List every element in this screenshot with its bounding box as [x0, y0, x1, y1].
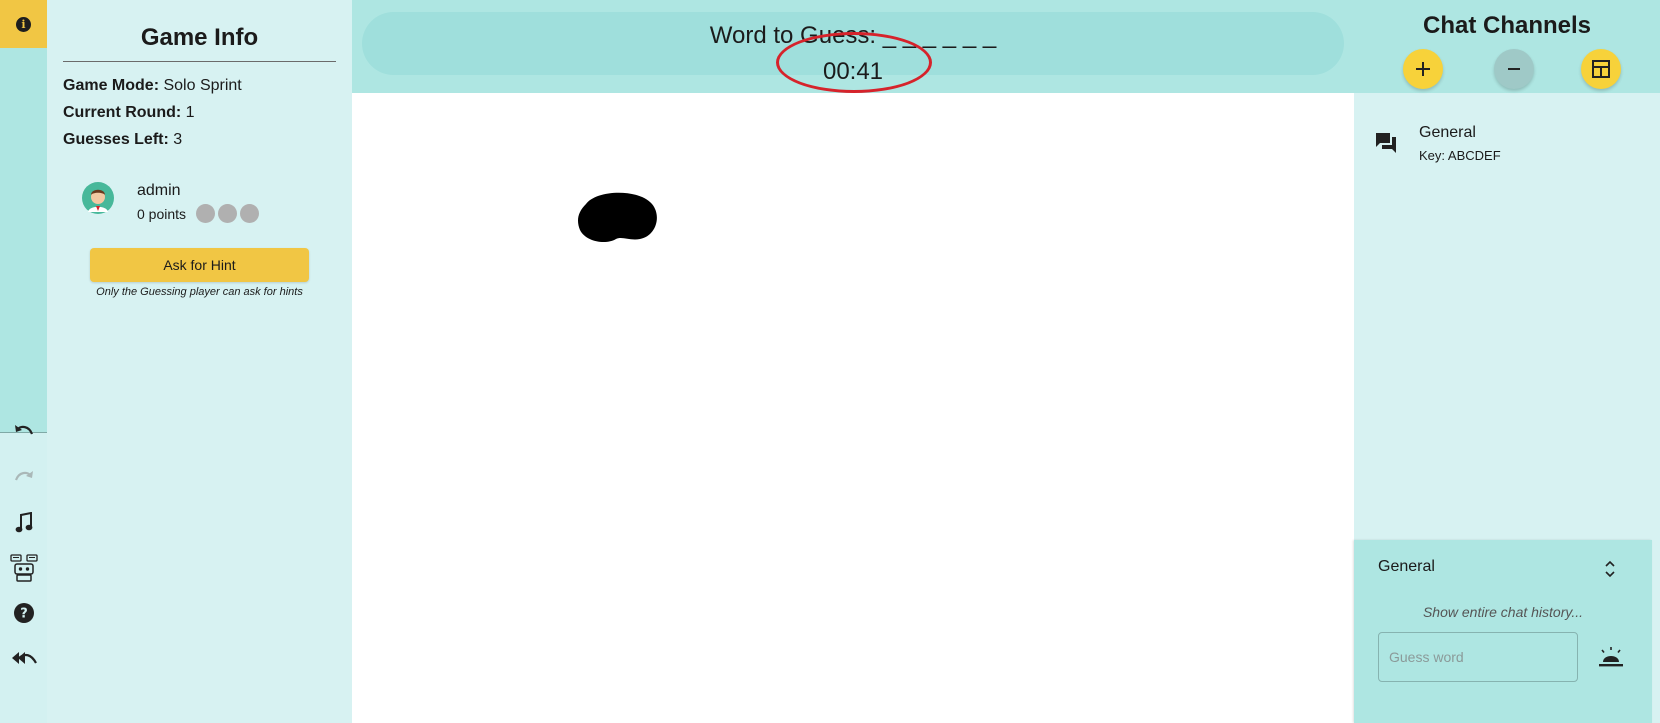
- hint-note: Only the Guessing player can ask for hin…: [96, 286, 303, 298]
- chat-header: Chat Channels: [1354, 0, 1660, 93]
- game-info-panel: Game Info Game Mode: Solo Sprint Current…: [47, 0, 352, 723]
- drawing-canvas[interactable]: [352, 93, 1354, 723]
- channel-name: General: [1419, 124, 1476, 141]
- player-points: 0 points: [137, 206, 187, 222]
- player-badge: [240, 204, 259, 223]
- virtual-player-button[interactable]: [0, 548, 47, 588]
- info-button[interactable]: i: [0, 0, 47, 48]
- undo-button[interactable]: [0, 412, 47, 452]
- expand-collapse-icon[interactable]: [1604, 559, 1616, 579]
- game-info-divider: [63, 61, 336, 62]
- undo-icon: [14, 425, 33, 435]
- chat-box-title: General: [1378, 558, 1435, 575]
- info-icon: i: [16, 16, 31, 32]
- avatar: [82, 182, 114, 214]
- help-button[interactable]: ?: [0, 593, 47, 633]
- minus-icon: [1508, 68, 1520, 70]
- game-mode-line: Game Mode: Solo Sprint: [63, 77, 242, 95]
- game-mode-label: Game Mode:: [63, 77, 160, 94]
- game-mode-value: Solo Sprint: [163, 77, 242, 94]
- player-badge: [196, 204, 215, 223]
- exit-game-button[interactable]: [0, 638, 47, 678]
- redo-icon: [14, 471, 33, 481]
- music-note-icon: [15, 512, 32, 533]
- show-chat-history-link[interactable]: Show entire chat history...: [1354, 604, 1652, 620]
- tool-rail-top: [0, 0, 47, 433]
- drawn-stroke: [578, 192, 657, 242]
- help-icon: ?: [13, 603, 34, 623]
- player-badge: [218, 204, 237, 223]
- tool-rail: i ?: [0, 0, 47, 723]
- guesses-left-value: 3: [173, 131, 183, 148]
- send-guess-icon[interactable]: [1598, 646, 1624, 668]
- chat-bubble-icon: [1376, 133, 1396, 153]
- guess-word-input[interactable]: [1378, 632, 1578, 682]
- current-round-label: Current Round:: [63, 104, 182, 121]
- join-channel-button[interactable]: [1581, 49, 1621, 89]
- layout-icon: [1592, 60, 1610, 78]
- chat-channels-title: Chat Channels: [1422, 12, 1592, 39]
- current-round-line: Current Round: 1: [63, 104, 195, 122]
- timer-highlight-ring: [776, 32, 932, 93]
- guesses-left-label: Guesses Left:: [63, 131, 169, 148]
- remove-channel-button[interactable]: [1494, 49, 1534, 89]
- current-round-value: 1: [185, 104, 195, 121]
- channel-key: Key: ABCDEF: [1419, 148, 1501, 163]
- game-info-title: Game Info: [140, 24, 259, 51]
- plus-icon: [1416, 62, 1430, 76]
- ask-for-hint-button[interactable]: Ask for Hint: [90, 248, 309, 282]
- robot-icon: [9, 554, 38, 582]
- svg-text:?: ?: [20, 607, 28, 622]
- music-button[interactable]: [0, 503, 47, 543]
- redo-button[interactable]: [0, 458, 47, 498]
- player-name: admin: [137, 182, 181, 199]
- channel-item-general[interactable]: General Key: ABCDEF: [1354, 120, 1660, 170]
- add-channel-button[interactable]: [1403, 49, 1443, 89]
- exit-icon: [11, 652, 37, 664]
- chat-box: General Show entire chat history...: [1354, 540, 1652, 723]
- guesses-left-line: Guesses Left: 3: [63, 131, 182, 149]
